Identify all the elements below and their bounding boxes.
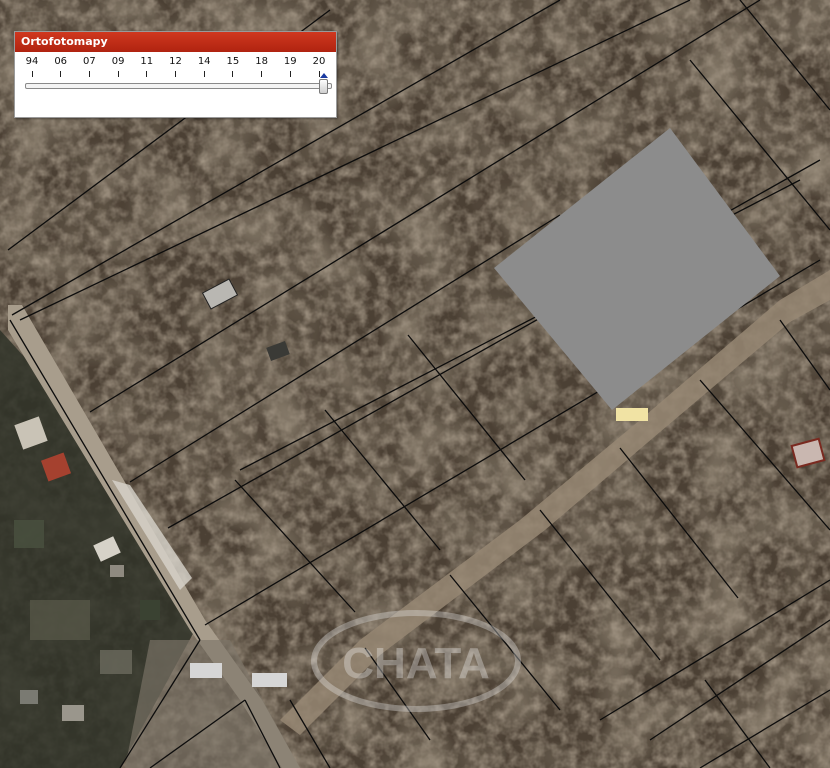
label-highlight-plot xyxy=(616,408,648,421)
year-tick-label: 11 xyxy=(140,56,154,67)
year-tick-94[interactable]: 94 xyxy=(20,56,44,77)
orthophoto-year-panel: Ortofotomapy 94 06 07 09 11 12 14 15 18 19 20 xyxy=(14,31,337,118)
year-tick-label: 06 xyxy=(54,56,68,67)
year-tick-11[interactable]: 11 xyxy=(135,56,159,77)
year-tick-label: 20 xyxy=(312,56,326,67)
year-tick-mark xyxy=(232,71,234,77)
year-tick-mark xyxy=(203,71,205,77)
year-ticks: 94 06 07 09 11 12 14 15 18 19 20 xyxy=(15,56,336,84)
year-slider-handle[interactable] xyxy=(319,79,328,94)
year-tick-12[interactable]: 12 xyxy=(164,56,188,77)
year-tick-label: 19 xyxy=(283,56,297,67)
watermark-text: CHATA xyxy=(342,639,489,688)
year-tick-label: 12 xyxy=(169,56,182,67)
year-tick-label: 07 xyxy=(83,56,96,67)
year-tick-label: 09 xyxy=(111,56,125,67)
year-tick-19[interactable]: 19 xyxy=(278,56,302,77)
year-tick-mark xyxy=(31,71,33,77)
slider-pointer-icon xyxy=(320,73,328,78)
year-tick-mark xyxy=(117,71,119,77)
year-tick-mark xyxy=(175,71,176,77)
year-tick-label: 94 xyxy=(25,56,39,67)
panel-title: Ortofotomapy xyxy=(15,32,336,52)
label-patch-road-1 xyxy=(190,663,222,678)
year-tick-09[interactable]: 09 xyxy=(106,56,130,77)
year-tick-18[interactable]: 18 xyxy=(250,56,274,77)
year-tick-label: 15 xyxy=(226,56,240,67)
year-tick-mark xyxy=(146,71,148,77)
year-tick-15[interactable]: 15 xyxy=(221,56,245,77)
label-patch-road-2 xyxy=(252,673,287,687)
year-tick-14[interactable]: 14 xyxy=(192,56,216,77)
year-tick-label: 18 xyxy=(255,56,268,67)
year-tick-mark xyxy=(289,71,291,77)
year-tick-label: 14 xyxy=(197,56,211,67)
year-tick-06[interactable]: 06 xyxy=(49,56,73,77)
year-slider-track[interactable] xyxy=(25,83,332,89)
year-tick-mark xyxy=(88,71,90,77)
year-tick-mark xyxy=(60,71,62,77)
year-tick-mark xyxy=(261,71,263,77)
year-tick-07[interactable]: 07 xyxy=(77,56,101,77)
